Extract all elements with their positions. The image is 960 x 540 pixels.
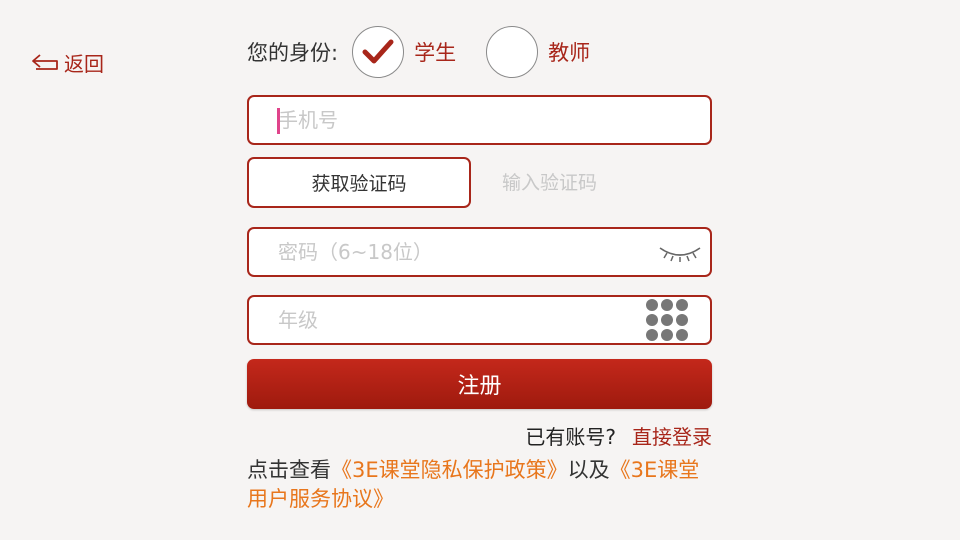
register-button[interactable]: 注册 (247, 359, 712, 409)
eye-closed-icon[interactable] (658, 240, 702, 264)
grade-field (247, 295, 712, 345)
text-caret (277, 108, 280, 134)
password-input[interactable] (249, 229, 658, 275)
privacy-policy-link[interactable]: 《3E课堂隐私保护政策》 (331, 458, 568, 482)
checkmark-icon (362, 39, 394, 64)
back-button[interactable]: 返回 (30, 48, 104, 77)
back-label: 返回 (64, 52, 104, 76)
radio-student-label[interactable]: 学生 (414, 37, 456, 67)
direct-login-link[interactable]: 直接登录 (632, 421, 712, 450)
password-field (247, 227, 712, 277)
radio-teacher[interactable] (486, 26, 539, 78)
radio-student[interactable] (352, 26, 405, 78)
login-row: 已有账号? 直接登录 (525, 421, 712, 450)
identity-selector: 您的身份: 学生 教师 (247, 26, 590, 78)
verification-code-input[interactable] (490, 160, 712, 205)
policy-prefix: 点击查看 (247, 458, 331, 482)
identity-label: 您的身份: (247, 41, 339, 65)
get-code-button[interactable]: 获取验证码 (247, 157, 471, 208)
phone-input[interactable] (249, 97, 710, 143)
policy-connector: 以及 (567, 458, 610, 482)
radio-teacher-label[interactable]: 教师 (548, 37, 590, 67)
phone-field (247, 95, 712, 145)
back-arrow-icon (32, 53, 58, 70)
have-account-text: 已有账号? (525, 425, 616, 449)
grade-input[interactable] (249, 297, 644, 343)
policy-notice: 点击查看《3E课堂隐私保护政策》以及《3E课堂用户服务协议》 (247, 456, 717, 514)
grade-picker-icon[interactable] (644, 297, 690, 343)
